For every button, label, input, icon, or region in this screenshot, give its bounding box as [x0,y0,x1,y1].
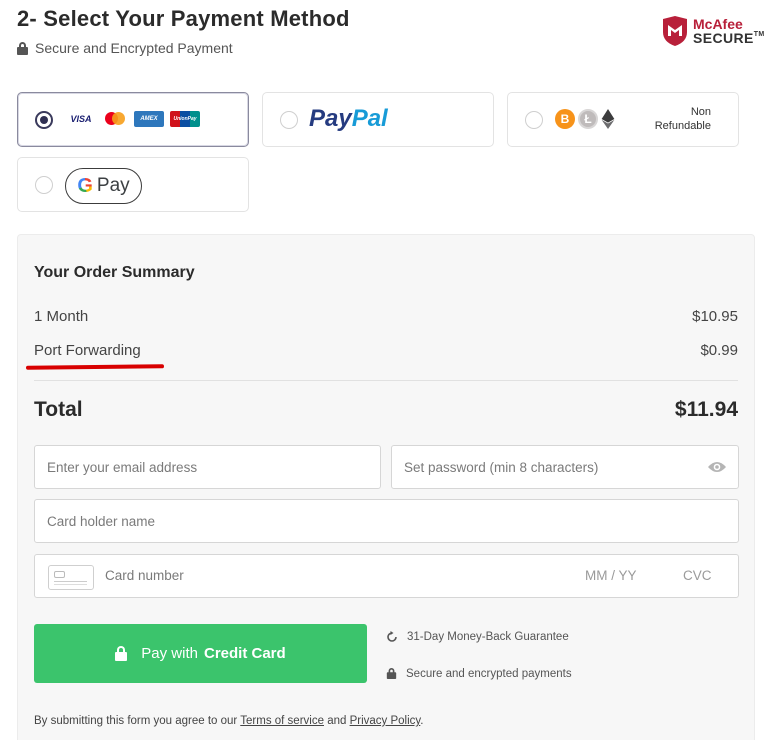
secure-notice: Secure and Encrypted Payment [17,40,233,56]
pay-with-credit-card-button[interactable]: Pay with Credit Card [34,624,367,683]
credit-card-icon [48,565,94,590]
card-number-field[interactable]: Card number MM / YY CVC [34,554,739,598]
payment-option-paypal[interactable]: PayPal [262,92,494,147]
card-holder-field[interactable] [34,499,739,543]
litecoin-icon: Ł [578,109,598,129]
mastercard-icon [102,111,128,127]
payment-option-crypto[interactable]: B Ł Non Refundable [507,92,739,147]
cvc-field[interactable]: CVC [683,568,712,583]
amex-icon: AMEX [134,111,164,127]
payment-option-cards[interactable]: VISA AMEX UnionPay [17,92,249,147]
line-item-label: Port Forwarding [34,342,141,359]
line-item-label: 1 Month [34,308,89,325]
lock-icon [17,41,28,55]
google-pay-logo: G Pay [65,168,142,204]
terms-of-service-link[interactable]: Terms of service [240,715,324,727]
line-item-price: $10.95 [692,308,738,325]
page-title: 2- Select Your Payment Method [17,6,350,31]
summary-divider [34,380,738,381]
refresh-icon [387,631,397,642]
mcafee-brand: McAfee [693,16,743,32]
cards-radio[interactable] [35,110,53,129]
paypal-logo: PayPal [309,105,388,132]
crypto-radio[interactable] [525,110,543,129]
card-logos: VISA AMEX UnionPay [66,111,200,127]
show-password-eye-icon[interactable] [707,460,727,474]
secure-notice-text: Secure and Encrypted Payment [35,40,233,56]
lock-icon [386,667,397,680]
lock-icon [115,646,128,661]
money-back-guarantee: 31-Day Money-Back Guarantee [386,631,569,643]
terms-agreement: By submitting this form you agree to our… [34,715,424,727]
unionpay-icon: UnionPay [170,111,200,127]
bitcoin-icon: B [555,109,575,129]
order-summary-panel: Your Order Summary 1 Month $10.95 Port F… [17,234,755,740]
expiry-field[interactable]: MM / YY [585,568,637,583]
total-value: $11.94 [674,398,738,421]
google-g-icon: G [77,174,93,197]
secure-payments-note: Secure and encrypted payments [386,667,572,680]
paypal-radio[interactable] [280,110,298,129]
ethereum-icon [601,109,615,129]
mcafee-shield-icon [663,16,687,46]
mcafee-secure-label: SECURETM [693,30,765,46]
privacy-policy-link[interactable]: Privacy Policy [350,715,421,727]
crypto-logos: B Ł [555,109,615,129]
visa-icon: VISA [66,111,96,127]
total-label: Total [34,398,83,421]
gpay-radio[interactable] [35,175,53,194]
mcafee-secure-badge: McAfee SECURETM [661,16,765,46]
red-underline-annotation [25,364,165,370]
payment-option-gpay[interactable]: G Pay [17,157,249,212]
order-summary-title: Your Order Summary [34,264,195,281]
password-field[interactable] [391,445,739,489]
line-item-price: $0.99 [700,342,738,359]
email-field[interactable] [34,445,381,489]
non-refundable-note: Non Refundable [654,106,711,132]
card-number-placeholder: Card number [105,568,184,583]
